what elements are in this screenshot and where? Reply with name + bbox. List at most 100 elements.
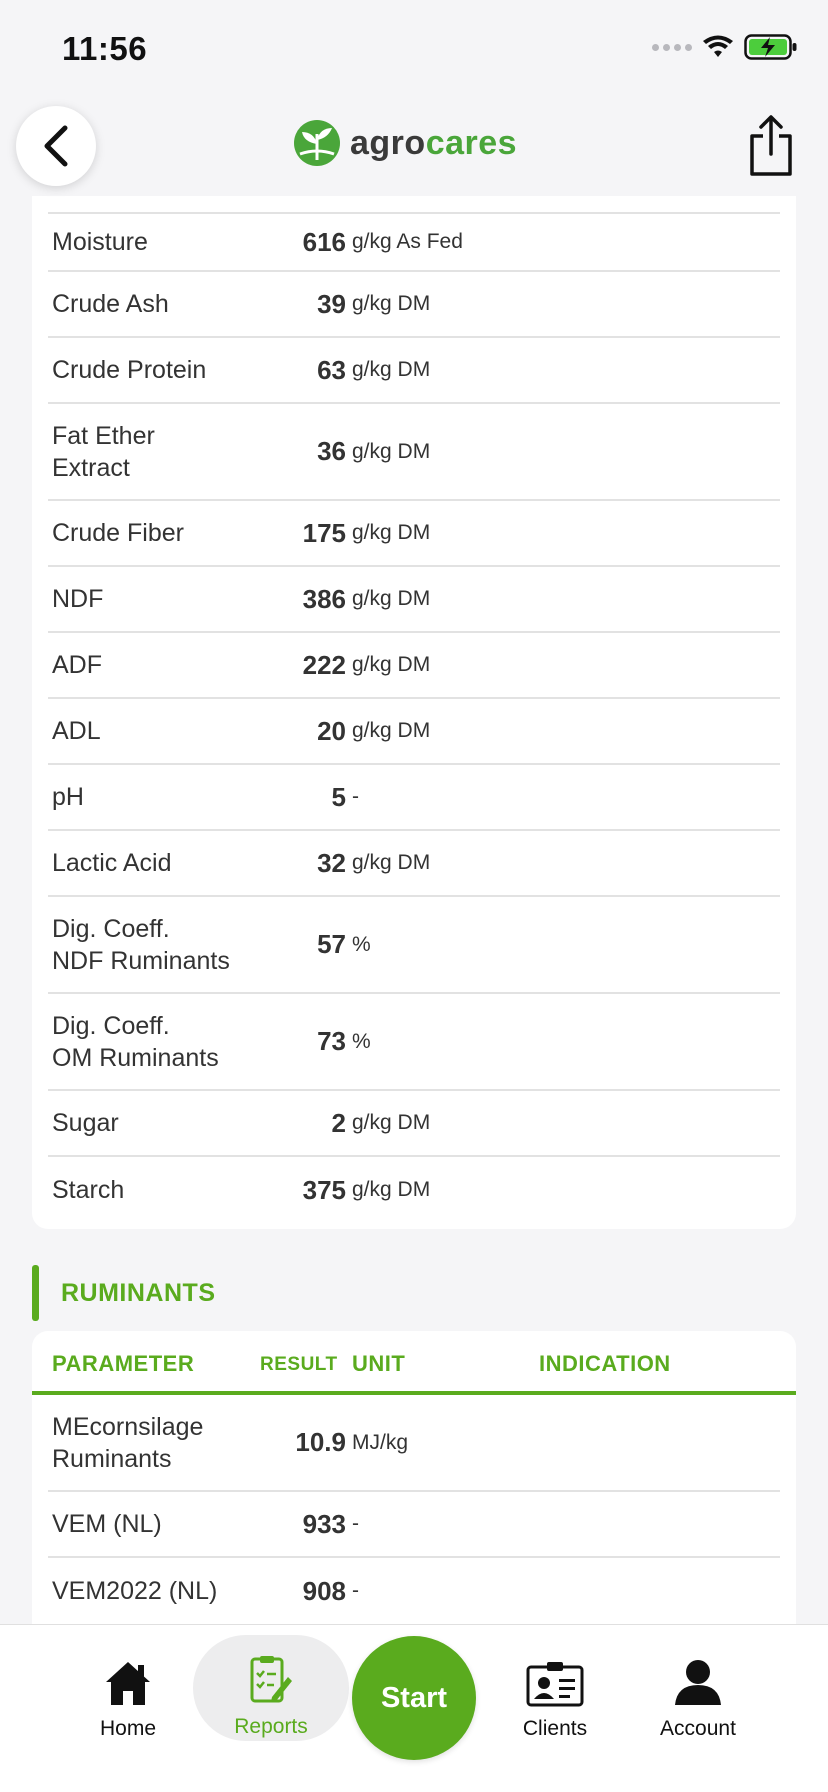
table-row: Starch 375 g/kg DM <box>48 1157 780 1223</box>
tab-label: Reports <box>234 1715 308 1738</box>
column-header-result: RESULT <box>260 1354 338 1375</box>
row-result: 222 <box>302 649 346 680</box>
table-row: Lactic Acid 32 g/kg DM <box>48 831 780 897</box>
row-unit: g/kg DM <box>352 358 431 381</box>
row-result: 32 <box>317 847 346 878</box>
row-unit: % <box>352 932 371 956</box>
table-row: Sugar 2 g/kg DM <box>48 1091 780 1157</box>
row-unit: MJ/kg <box>352 1430 409 1454</box>
row-unit: - <box>352 1579 359 1602</box>
tab-clients[interactable]: Clients <box>480 1655 630 1755</box>
row-result: 908 <box>302 1575 346 1606</box>
row-parameter: Moisture <box>52 228 148 256</box>
row-parameter: pH <box>52 783 84 811</box>
row-result: 375 <box>302 1174 346 1205</box>
ruminants-card: PARAMETER RESULT UNIT INDICATION MEcorns… <box>32 1331 796 1624</box>
row-unit: g/kg DM <box>352 587 431 610</box>
table-row: VEM2022 (NL) 908 - <box>48 1558 780 1624</box>
status-icons <box>652 34 798 60</box>
row-result: 2 <box>331 1107 346 1138</box>
row-parameter: Dig. Coeff. OM Ruminants <box>52 1011 219 1072</box>
report-content[interactable]: Moisture 616 g/kg As Fed Crude Ash 39 g/… <box>0 196 828 1624</box>
leaf-logo-icon <box>294 120 340 166</box>
status-time: 11:56 <box>62 30 148 67</box>
row-result: 63 <box>317 354 346 385</box>
row-parameter: VEM2022 (NL) <box>52 1577 218 1605</box>
row-unit: - <box>352 1512 359 1535</box>
chevron-left-icon <box>44 125 68 167</box>
row-unit: g/kg DM <box>352 719 431 742</box>
row-parameter: MEcornsilage Ruminants <box>52 1412 204 1473</box>
status-bar: 11:56 <box>0 0 828 100</box>
table-row: NDF 386 g/kg DM <box>48 567 780 633</box>
tab-label: Clients <box>522 1717 588 1740</box>
row-result: 616 <box>302 226 346 257</box>
table-row: Moisture 616 g/kg As Fed <box>48 214 780 272</box>
row-unit: - <box>352 785 359 808</box>
user-icon <box>675 1660 721 1705</box>
row-parameter: Crude Protein <box>52 356 207 384</box>
row-parameter: Sugar <box>52 1109 119 1137</box>
row-parameter: ADL <box>52 717 101 745</box>
tab-label: Home <box>99 1717 157 1740</box>
row-parameter: VEM (NL) <box>52 1510 162 1538</box>
row-unit: g/kg DM <box>352 653 431 676</box>
row-parameter: Crude Ash <box>52 290 169 318</box>
row-result: 175 <box>302 517 346 548</box>
report-edit-icon <box>250 1656 292 1703</box>
row-result: 5 <box>331 781 346 812</box>
table-row: pH 5 - <box>48 765 780 831</box>
row-unit: g/kg DM <box>352 1111 431 1134</box>
agrocares-logo: agrocares <box>292 118 517 168</box>
table-row: Crude Ash 39 g/kg DM <box>48 272 780 338</box>
row-result: 10.9 <box>295 1427 346 1457</box>
battery-charging-icon <box>744 34 797 60</box>
section-accent-bar <box>32 1265 39 1321</box>
row-parameter: Dig. Coeff. NDF Ruminants <box>52 914 230 975</box>
row-unit: g/kg As Fed <box>352 230 463 253</box>
logo-text-cares: cares <box>425 123 518 162</box>
row-parameter: NDF <box>52 585 104 613</box>
row-unit: g/kg DM <box>352 1178 431 1201</box>
table-row: Fat Ether Extract 36 g/kg DM <box>48 404 780 501</box>
table-row: Dig. Coeff. OM Ruminants 73 % <box>48 994 780 1091</box>
row-result: 39 <box>317 288 346 319</box>
table-row: Dig. Coeff. NDF Ruminants 57 % <box>48 897 780 994</box>
table-header: PARAMETER RESULT UNIT INDICATION <box>32 1331 796 1395</box>
tab-reports[interactable]: Reports <box>193 1635 349 1741</box>
row-unit: g/kg DM <box>352 439 431 463</box>
app-header: agrocares <box>0 100 828 196</box>
row-parameter: Lactic Acid <box>52 849 172 877</box>
column-header-unit: UNIT <box>352 1351 406 1376</box>
row-parameter: Crude Fiber <box>52 519 184 547</box>
row-parameter: Starch <box>52 1176 125 1204</box>
back-button[interactable] <box>16 106 96 186</box>
section-title: RUMINANTS <box>61 1278 216 1307</box>
nutrients-card: Moisture 616 g/kg As Fed Crude Ash 39 g/… <box>32 196 796 1229</box>
row-result: 57 <box>317 929 346 959</box>
table-row: VEM (NL) 933 - <box>48 1492 780 1558</box>
bottom-tab-bar: Home Reports Start Clients Account <box>0 1624 828 1792</box>
tab-label: Account <box>660 1717 736 1740</box>
cellular-signal-icon <box>652 43 692 51</box>
table-row: Crude Fiber 175 g/kg DM <box>48 501 780 567</box>
row-result: 386 <box>302 583 346 614</box>
table-row: Crude Protein 63 g/kg DM <box>48 338 780 404</box>
row-parameter: ADF <box>52 651 102 679</box>
column-header-parameter: PARAMETER <box>52 1351 195 1376</box>
tab-account[interactable]: Account <box>623 1655 773 1755</box>
table-row: MEcornsilage Ruminants 10.9 MJ/kg <box>48 1395 780 1492</box>
ruminants-section-header: RUMINANTS <box>32 1265 216 1321</box>
share-button[interactable] <box>746 114 796 178</box>
home-icon <box>106 1662 150 1705</box>
row-result: 36 <box>317 436 346 466</box>
logo-text-agro: agro <box>350 123 426 162</box>
row-parameter: Fat Ether Extract <box>52 421 155 482</box>
wifi-icon <box>703 35 733 57</box>
row-unit: g/kg DM <box>352 521 431 544</box>
start-button[interactable]: Start <box>352 1636 476 1760</box>
client-card-icon <box>526 1662 584 1707</box>
table-row <box>48 196 780 214</box>
row-result: 73 <box>317 1026 346 1056</box>
tab-home[interactable]: Home <box>53 1655 203 1755</box>
